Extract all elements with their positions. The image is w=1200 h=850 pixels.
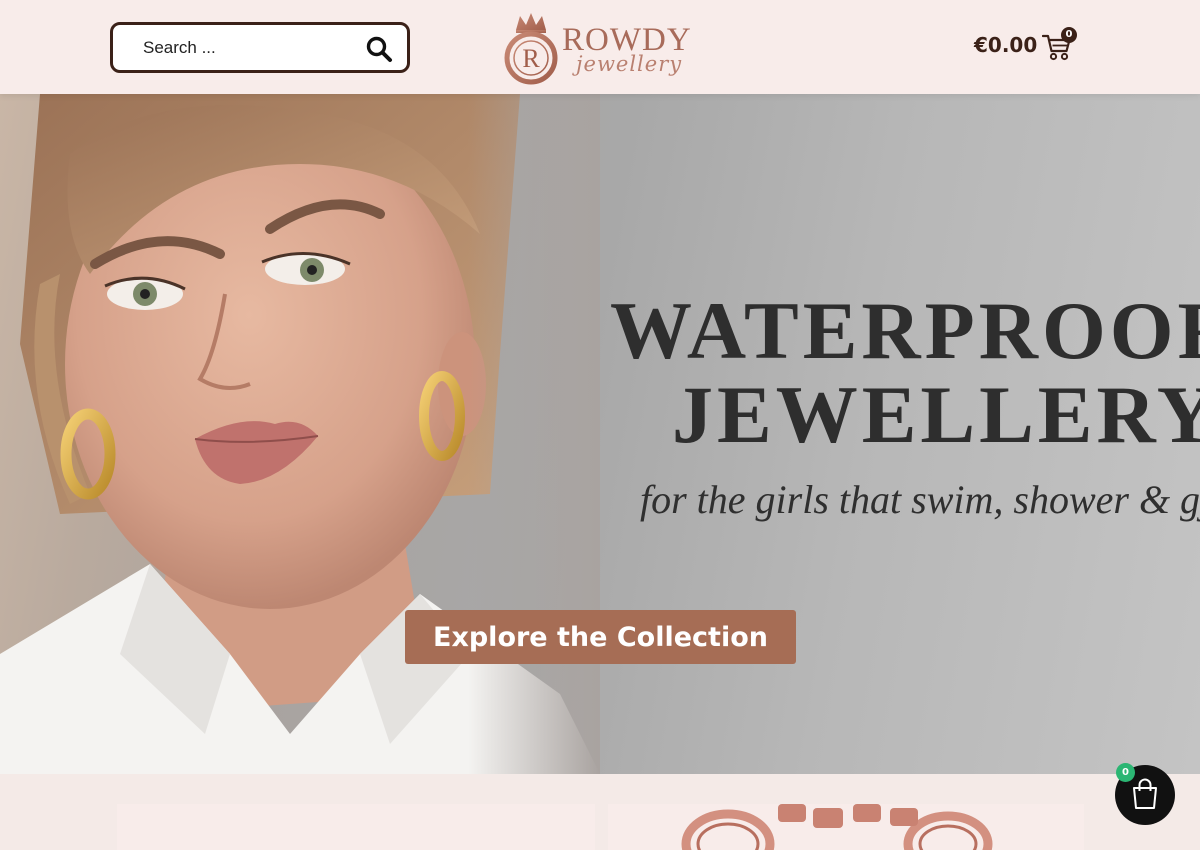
hero-title-line2: JEWELLERY (672, 369, 1200, 460)
logo-script-text: jewellery (576, 52, 683, 76)
explore-collection-button[interactable]: Explore the Collection (405, 610, 796, 664)
hero-banner: WATERPROOF JEWELLERY for the girls that … (0, 94, 1200, 774)
hero-model-image (0, 94, 600, 774)
search-bar (110, 22, 410, 73)
cart-total: €0.00 (974, 33, 1038, 57)
hero-subtitle: for the girls that swim, shower & gym (640, 477, 1200, 522)
featured-card-left[interactable] (117, 804, 595, 850)
site-header: R ROWDY jewellery €0.00 0 (0, 0, 1200, 94)
crown-icon: R (504, 13, 558, 85)
floating-cart-count-badge: 0 (1116, 763, 1135, 782)
cart-count-badge: 0 (1061, 27, 1077, 43)
site-logo[interactable]: R ROWDY jewellery (502, 8, 702, 88)
search-input[interactable] (143, 36, 353, 60)
bracelet-image (681, 804, 993, 850)
search-button[interactable] (365, 35, 393, 63)
hero-title: WATERPROOF JEWELLERY (610, 289, 1200, 457)
hero-title-line1: WATERPROOF (610, 285, 1200, 376)
search-icon (366, 36, 392, 62)
featured-strip (0, 774, 1200, 850)
featured-card-right[interactable] (608, 804, 1084, 850)
header-cart[interactable]: €0.00 0 (974, 27, 1084, 68)
logo-monogram: R (522, 44, 540, 73)
